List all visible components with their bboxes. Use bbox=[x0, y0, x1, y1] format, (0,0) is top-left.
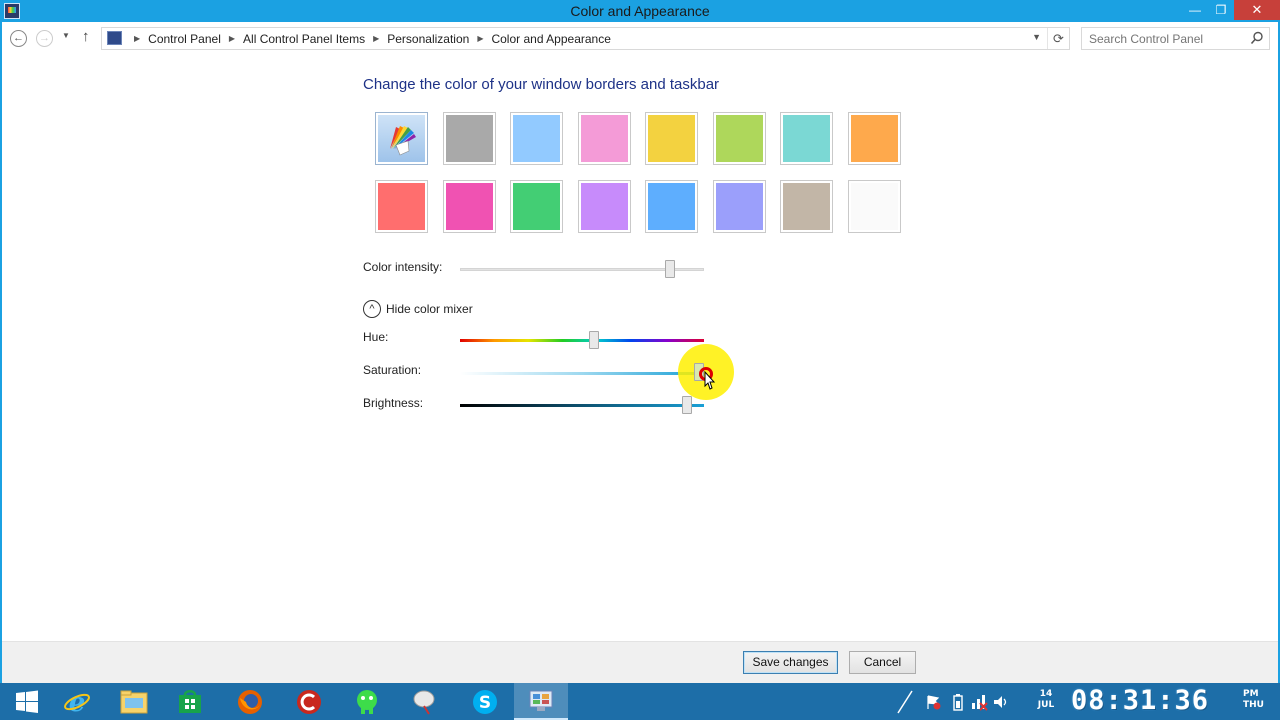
automatic-color-icon bbox=[378, 115, 425, 162]
start-button[interactable] bbox=[0, 683, 54, 720]
svg-text:e: e bbox=[69, 688, 86, 716]
color-intensity-label: Color intensity: bbox=[363, 260, 443, 274]
internet-explorer-icon: e bbox=[64, 688, 90, 716]
control-panel-icon bbox=[107, 31, 122, 45]
breadcrumb-control-panel[interactable]: Control Panel bbox=[148, 32, 221, 46]
color-swatch-green-yellow[interactable] bbox=[713, 112, 766, 165]
taskbar-ccleaner[interactable] bbox=[282, 683, 336, 720]
window: Color and Appearance — ❐ ✕ ← → ▼ ↑ ▶ Con… bbox=[0, 0, 1280, 683]
title-bar[interactable]: Color and Appearance — ❐ ✕ bbox=[0, 0, 1280, 22]
color-swatch-lavender[interactable] bbox=[713, 180, 766, 233]
window-title: Color and Appearance bbox=[570, 3, 710, 19]
chevron-right-icon[interactable]: ▶ bbox=[229, 34, 235, 43]
saturation-label: Saturation: bbox=[363, 363, 422, 377]
chevron-down-icon[interactable]: ▼ bbox=[1032, 32, 1041, 42]
breadcrumb-personalization[interactable]: Personalization bbox=[387, 32, 469, 46]
ccleaner-icon bbox=[297, 689, 321, 714]
control-panel-icon bbox=[529, 690, 553, 711]
color-swatch-white[interactable] bbox=[848, 180, 901, 233]
search-icon[interactable] bbox=[1250, 31, 1264, 45]
color-swatch-blue[interactable] bbox=[645, 180, 698, 233]
breadcrumb-color-appearance[interactable]: Color and Appearance bbox=[491, 32, 610, 46]
refresh-button[interactable]: ⟳ bbox=[1047, 28, 1069, 49]
recent-pages-dropdown[interactable]: ▼ bbox=[62, 31, 70, 40]
up-button[interactable]: ↑ bbox=[82, 28, 90, 45]
chevron-right-icon[interactable]: ▶ bbox=[477, 34, 483, 43]
color-swatch-red[interactable] bbox=[375, 180, 428, 233]
save-changes-button[interactable]: Save changes bbox=[743, 651, 838, 674]
window-client: ← → ▼ ↑ ▶ Control Panel ▶ All Control Pa… bbox=[2, 22, 1278, 683]
search-input[interactable] bbox=[1082, 28, 1242, 49]
hue-slider[interactable] bbox=[460, 339, 704, 342]
color-swatch-green[interactable] bbox=[510, 180, 563, 233]
hide-color-mixer-toggle[interactable]: ^ Hide color mixer bbox=[363, 300, 473, 318]
page-title: Change the color of your window borders … bbox=[363, 76, 720, 93]
back-button[interactable]: ← bbox=[10, 30, 27, 47]
satellite-dish-icon bbox=[413, 690, 435, 715]
network-disconnected-icon[interactable] bbox=[970, 693, 988, 711]
date-day: 14 bbox=[1039, 689, 1053, 699]
minimize-button[interactable]: — bbox=[1182, 0, 1208, 20]
hide-color-mixer-label[interactable]: Hide color mixer bbox=[386, 302, 473, 316]
breadcrumb-all-items[interactable]: All Control Panel Items bbox=[243, 32, 365, 46]
firefox-icon bbox=[238, 689, 262, 714]
search-box[interactable] bbox=[1081, 27, 1270, 50]
taskbar: e S 14 JUL 08:31:36 PM THU bbox=[0, 683, 1280, 720]
skype-icon: S bbox=[473, 689, 497, 714]
color-swatch-taupe[interactable] bbox=[780, 180, 833, 233]
windows-logo-icon bbox=[16, 690, 38, 713]
color-swatch-gray[interactable] bbox=[443, 112, 496, 165]
color-swatch-teal[interactable] bbox=[780, 112, 833, 165]
saturation-slider[interactable] bbox=[460, 372, 704, 375]
taskbar-control-panel[interactable] bbox=[514, 683, 568, 720]
brightness-thumb[interactable] bbox=[681, 396, 692, 414]
mouse-pointer-icon bbox=[704, 371, 716, 390]
action-center-flag-icon[interactable] bbox=[925, 694, 941, 710]
address-bar: ← → ▼ ↑ ▶ Control Panel ▶ All Control Pa… bbox=[2, 22, 1278, 55]
folder-icon bbox=[120, 690, 148, 713]
brightness-label: Brightness: bbox=[363, 396, 424, 410]
chevron-right-icon[interactable]: ▶ bbox=[373, 34, 379, 43]
color-swatch-light-blue[interactable] bbox=[510, 112, 563, 165]
close-button[interactable]: ✕ bbox=[1234, 0, 1280, 20]
color-swatch-automatic[interactable] bbox=[375, 112, 428, 165]
color-swatch-yellow[interactable] bbox=[645, 112, 698, 165]
color-swatch-purple[interactable] bbox=[578, 180, 631, 233]
clock-ampm: PM THU bbox=[1243, 689, 1264, 711]
clock-time[interactable]: 08:31:36 bbox=[1071, 685, 1209, 716]
android-icon bbox=[357, 689, 377, 714]
forward-button[interactable]: → bbox=[36, 30, 53, 47]
color-swatch-pink[interactable] bbox=[578, 112, 631, 165]
taskbar-skype[interactable]: S bbox=[458, 683, 512, 720]
svg-text:S: S bbox=[479, 693, 491, 713]
chevron-right-icon[interactable]: ▶ bbox=[134, 34, 140, 43]
cancel-button[interactable]: Cancel bbox=[849, 651, 916, 674]
footer-bar: Save changes Cancel bbox=[2, 641, 1278, 683]
taskbar-firefox[interactable] bbox=[223, 683, 277, 720]
taskbar-satellite-app[interactable] bbox=[398, 683, 452, 720]
restore-button[interactable]: ❐ bbox=[1208, 0, 1234, 20]
window-controls: — ❐ ✕ bbox=[1182, 0, 1280, 20]
address-box[interactable]: ▶ Control Panel ▶ All Control Panel Item… bbox=[101, 27, 1070, 50]
taskbar-store[interactable] bbox=[163, 683, 217, 720]
color-swatch-magenta[interactable] bbox=[443, 180, 496, 233]
clock-weekday: THU bbox=[1243, 700, 1264, 710]
taskbar-android-app[interactable] bbox=[340, 683, 394, 720]
date-month: JUL bbox=[1037, 700, 1055, 710]
color-intensity-thumb[interactable] bbox=[664, 260, 675, 278]
date-display[interactable]: 14 JUL bbox=[1034, 689, 1058, 711]
brightness-slider[interactable] bbox=[460, 404, 704, 407]
battery-icon[interactable] bbox=[952, 693, 964, 711]
chevron-up-icon[interactable]: ^ bbox=[363, 300, 381, 318]
volume-icon[interactable] bbox=[992, 693, 1010, 711]
hue-thumb[interactable] bbox=[589, 331, 600, 349]
clock-period: PM bbox=[1243, 689, 1259, 699]
taskbar-internet-explorer[interactable]: e bbox=[50, 683, 104, 720]
color-swatch-orange[interactable] bbox=[848, 112, 901, 165]
taskbar-file-explorer[interactable] bbox=[107, 683, 161, 720]
show-hidden-icons-button[interactable] bbox=[896, 689, 914, 715]
store-icon bbox=[179, 689, 201, 713]
hue-label: Hue: bbox=[363, 330, 389, 344]
breadcrumb: ▶ Control Panel ▶ All Control Panel Item… bbox=[126, 28, 611, 49]
